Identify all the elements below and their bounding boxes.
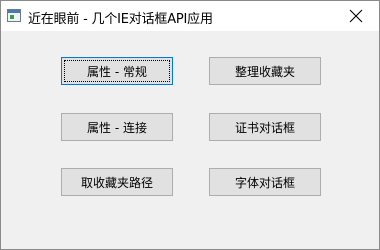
organize-favorites-button[interactable]: 整理收藏夹 [209, 57, 321, 85]
certificate-dialog-label: 证书对话框 [234, 120, 295, 135]
favorites-path-button[interactable]: 取收藏夹路径 [61, 168, 173, 196]
font-dialog-label: 字体对话框 [234, 175, 295, 190]
properties-connections-label: 属性 - 连接 [87, 120, 147, 135]
close-button[interactable] [333, 1, 379, 31]
window-title: 近在眼前 - 几个IE对话框API应用 [28, 12, 213, 27]
favorites-path-label: 取收藏夹路径 [80, 175, 153, 190]
properties-general-label: 属性 - 常规 [87, 64, 147, 79]
dialog-window: 近在眼前 - 几个IE对话框API应用 属性 - 常规 整理收藏夹 属性 - 连… [0, 0, 380, 250]
close-icon [349, 9, 363, 23]
properties-general-button[interactable]: 属性 - 常规 [61, 57, 173, 85]
title-bar[interactable]: 近在眼前 - 几个IE对话框API应用 [1, 1, 379, 31]
font-dialog-button[interactable]: 字体对话框 [209, 168, 321, 196]
organize-favorites-label: 整理收藏夹 [234, 64, 295, 79]
certificate-dialog-button[interactable]: 证书对话框 [209, 113, 321, 141]
window-app-icon[interactable] [7, 9, 21, 22]
properties-connections-button[interactable]: 属性 - 连接 [61, 113, 173, 141]
